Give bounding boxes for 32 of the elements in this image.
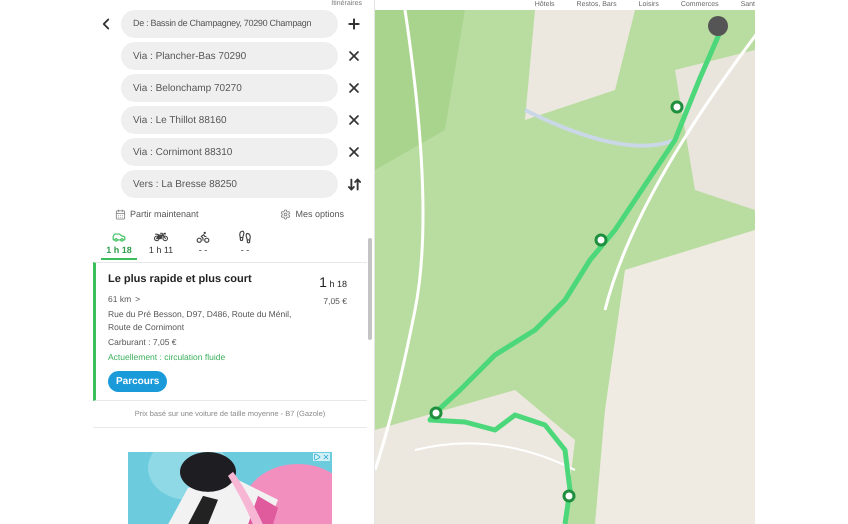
settings-icon xyxy=(280,209,292,220)
route-stop-field[interactable]: Vers : La Bresse 88250 xyxy=(121,170,338,198)
route-stop-field[interactable]: Via : Plancher-Bas 70290 xyxy=(121,42,338,70)
travel-mode-tab[interactable]: 1 h 11 xyxy=(143,230,179,260)
route-stop-field[interactable]: Via : Belonchamp 70270 xyxy=(121,74,338,102)
bicycle-icon xyxy=(196,230,210,244)
options-button[interactable]: Mes options xyxy=(280,208,344,222)
route-stop-field[interactable]: Via : Cornimont 88310 xyxy=(121,138,338,166)
travel-mode-tab[interactable]: 1 h 18 xyxy=(101,230,137,260)
traffic-status: Actuellement : circulation fluide xyxy=(108,350,226,364)
remove-stop-button[interactable] xyxy=(346,48,362,64)
add-stop-button[interactable] xyxy=(346,16,362,32)
price-text: 7,05 € xyxy=(323,294,347,308)
distance-text: 61 km xyxy=(108,293,132,306)
scrollbar[interactable] xyxy=(368,238,372,340)
depart-now-button[interactable]: Partir maintenant xyxy=(115,208,199,222)
walker-icon xyxy=(238,230,252,244)
travel-mode-tab[interactable]: - - xyxy=(185,230,221,260)
swap-button[interactable] xyxy=(346,176,362,192)
duration-text: 1 h 18 xyxy=(319,272,347,292)
roads-text: Rue du Pré Besson, D97, D486, Route du Ménil, Route de Cornimont xyxy=(108,308,292,334)
calendar-icon xyxy=(115,209,126,220)
travel-mode-tab[interactable]: - - xyxy=(227,230,263,260)
details-arrow[interactable]: > xyxy=(135,293,140,306)
route-stop-field[interactable]: De : Bassin de Champagney, 70290 Champagn xyxy=(121,10,338,38)
route-title: Le plus rapide et plus court xyxy=(108,272,253,286)
remove-stop-button[interactable] xyxy=(346,112,362,128)
route-result-card[interactable]: Le plus rapide et plus court 61 km > Rue du Pré Besson, D97, D486, Route du Ménil, Route de Cornimont Carburant : 7,05 € Actuellement : circulation fluide Parcours 1 h 18 7,05 € xyxy=(93,262,367,402)
route-stop-field[interactable]: Via : Le Thillot 88160 xyxy=(121,106,338,134)
remove-stop-button[interactable] xyxy=(346,80,362,96)
fuel-cost-text: Carburant : 7,05 € xyxy=(108,336,178,348)
remove-stop-button[interactable] xyxy=(346,144,362,160)
